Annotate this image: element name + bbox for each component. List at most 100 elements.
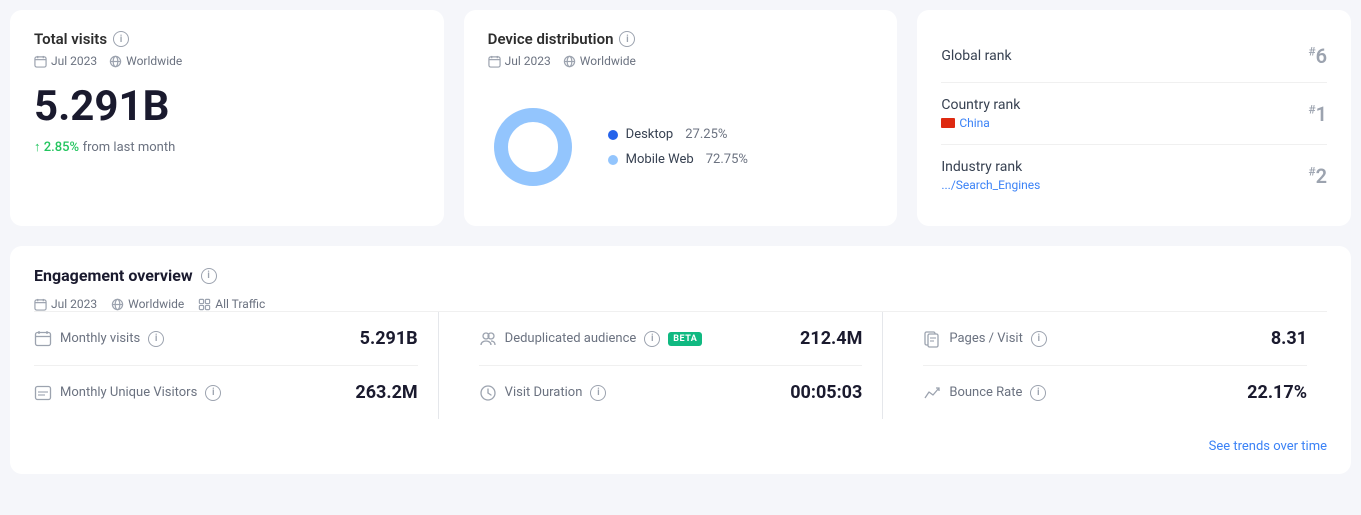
engagement-date: Jul 2023 (34, 297, 97, 311)
industry-rank-row: Industry rank .../Search_Engines #2 (941, 145, 1327, 206)
monthly-unique-value: 263.2M (355, 382, 417, 403)
engagement-title: Engagement overview (34, 266, 193, 285)
total-visits-card: Total visits i Jul 2023 Worldwide 5.291B… (10, 10, 444, 226)
change-text: from last month (83, 140, 176, 155)
dedup-icon (479, 330, 497, 348)
total-visits-value: 5.291B (34, 82, 420, 131)
pages-visit-label: Pages / Visit (949, 331, 1022, 346)
pages-visit-value: 8.31 (1271, 328, 1307, 349)
total-visits-region: Worldwide (109, 54, 182, 68)
device-dist-title: Device distribution i (488, 30, 874, 48)
device-dist-label: Device distribution (488, 30, 614, 48)
total-visits-info-icon[interactable]: i (113, 31, 129, 47)
timer-icon (479, 384, 497, 402)
bounce-rate-metric: Bounce Rate i 22.17% (923, 366, 1307, 419)
total-visits-label: Total visits (34, 30, 107, 48)
device-dist-region: Worldwide (563, 54, 636, 68)
global-rank-label: Global rank (941, 48, 1011, 64)
visit-duration-metric: Visit Duration i 00:05:03 (479, 366, 863, 419)
industry-link[interactable]: .../Search_Engines (941, 178, 1040, 192)
dedup-audience-metric: Deduplicated audience i BETA 212.4M (479, 312, 863, 366)
dedup-info[interactable]: i (644, 331, 660, 347)
engagement-info-icon[interactable]: i (201, 268, 217, 284)
total-visits-change: ↑ 2.85% from last month (34, 139, 420, 155)
change-percent: ↑ 2.85% (34, 140, 79, 155)
monthly-unique-metric: Monthly Unique Visitors i 263.2M (34, 366, 418, 419)
traffic-icon (198, 298, 211, 311)
see-trends-link[interactable]: See trends over time (1209, 439, 1327, 454)
metrics-col-1: Monthly visits i 5.291B Monthly Unique V… (34, 312, 439, 419)
total-visits-title: Total visits i (34, 30, 420, 48)
mobile-dot (608, 155, 618, 165)
industry-rank-sublabel: .../Search_Engines (941, 178, 1040, 192)
engagement-traffic: All Traffic (198, 297, 265, 311)
country-rank-num: 1 (1316, 102, 1327, 126)
monthly-visits-info[interactable]: i (148, 331, 164, 347)
monthly-unique-info[interactable]: i (205, 385, 221, 401)
beta-badge: BETA (668, 332, 702, 346)
footer-row: See trends over time (34, 429, 1327, 454)
mobile-legend-item: Mobile Web 72.75% (608, 152, 748, 167)
pages-icon (923, 330, 941, 348)
engagement-subtitle: Jul 2023 Worldwide All Traffic (34, 297, 1327, 311)
desktop-dot (608, 130, 618, 140)
monthly-unique-label: Monthly Unique Visitors (60, 385, 197, 400)
metrics-col-3: Pages / Visit i 8.31 Bounce Rate i 22.17… (903, 312, 1327, 419)
device-legend: Desktop 27.25% Mobile Web 72.75% (608, 127, 748, 167)
engagement-header: Engagement overview i (34, 266, 1327, 285)
industry-rank-value: #2 (1308, 164, 1327, 188)
bounce-rate-info[interactable]: i (1030, 385, 1046, 401)
engagement-section: Engagement overview i Jul 2023 Worldwide… (10, 246, 1351, 474)
monthly-visits-icon (34, 330, 52, 348)
country-rank-row: Country rank China #1 (941, 83, 1327, 145)
desktop-label: Desktop (626, 127, 674, 142)
global-rank-row: Global rank #6 (941, 30, 1327, 83)
donut-svg (488, 102, 578, 192)
calendar-icon (34, 55, 47, 68)
visit-duration-label: Visit Duration (505, 385, 583, 400)
industry-rank-num: 2 (1316, 164, 1327, 188)
industry-rank-label: Industry rank (941, 159, 1040, 175)
visit-duration-value: 00:05:03 (790, 382, 862, 403)
visit-duration-info[interactable]: i (590, 385, 606, 401)
monthly-unique-left: Monthly Unique Visitors i (34, 384, 221, 402)
calendar-icon2 (488, 55, 501, 68)
pages-visit-info[interactable]: i (1031, 331, 1047, 347)
metrics-wrapper: Monthly visits i 5.291B Monthly Unique V… (34, 311, 1327, 419)
desktop-percent: 27.25% (685, 127, 727, 142)
globe-icon3 (111, 298, 124, 311)
dedup-label: Deduplicated audience (505, 331, 637, 346)
total-visits-date: Jul 2023 (34, 54, 97, 68)
dedup-audience-left: Deduplicated audience i BETA (479, 330, 703, 348)
total-visits-subtitle: Jul 2023 Worldwide (34, 54, 420, 68)
monthly-unique-icon (34, 384, 52, 402)
device-content: Desktop 27.25% Mobile Web 72.75% (488, 88, 874, 206)
bounce-rate-label: Bounce Rate (949, 385, 1022, 400)
monthly-visits-label: Monthly visits (60, 331, 140, 346)
pages-visit-metric: Pages / Visit i 8.31 (923, 312, 1307, 366)
calendar-icon3 (34, 298, 47, 311)
globe-icon (109, 55, 122, 68)
desktop-legend-item: Desktop 27.25% (608, 127, 748, 142)
mobile-percent: 72.75% (706, 152, 748, 167)
device-dist-info-icon[interactable]: i (619, 31, 635, 47)
global-rank-value: #6 (1308, 44, 1327, 68)
china-link[interactable]: China (959, 116, 990, 130)
metrics-col-2: Deduplicated audience i BETA 212.4M Visi… (459, 312, 884, 419)
global-rank-num: 6 (1316, 44, 1327, 68)
mobile-label: Mobile Web (626, 152, 694, 167)
bounce-rate-value: 22.17% (1247, 382, 1307, 403)
monthly-visits-left: Monthly visits i (34, 330, 164, 348)
visit-duration-left: Visit Duration i (479, 384, 607, 402)
device-dist-date: Jul 2023 (488, 54, 551, 68)
globe-icon2 (563, 55, 576, 68)
bounce-rate-left: Bounce Rate i (923, 384, 1046, 402)
device-distribution-card: Device distribution i Jul 2023 Worldwide (464, 10, 898, 226)
country-rank-label: Country rank (941, 97, 1020, 113)
donut-chart (488, 102, 578, 192)
country-rank-sublabel: China (941, 116, 1020, 130)
dedup-value: 212.4M (800, 328, 862, 349)
ranks-card: Global rank #6 Country rank China #1 Ind… (917, 10, 1351, 226)
country-rank-value: #1 (1308, 102, 1327, 126)
device-dist-subtitle: Jul 2023 Worldwide (488, 54, 874, 68)
